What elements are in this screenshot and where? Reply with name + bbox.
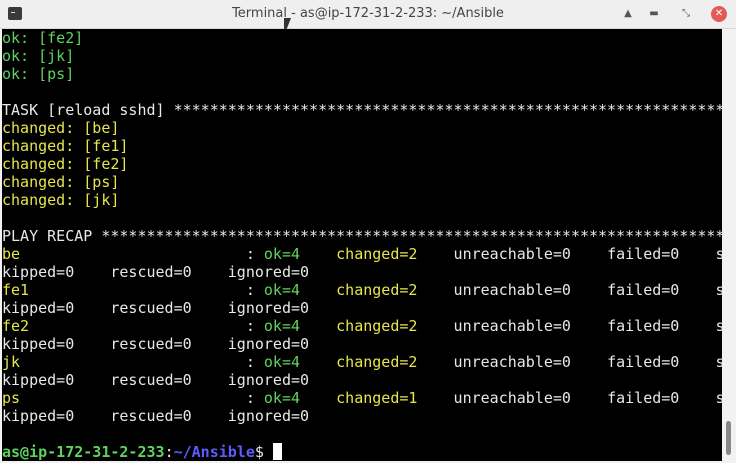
minimize-icon[interactable]: ▬: [646, 6, 662, 22]
output-line: kipped=0 rescued=0 ignored=0: [2, 335, 722, 353]
output-line: changed: [be]: [2, 119, 722, 137]
output-segment: changed=2: [336, 353, 418, 371]
output-segment: kipped=0 rescued=0 ignored=0: [2, 371, 310, 389]
output-segment: [300, 353, 336, 371]
output-segment: kipped=0 rescued=0 ignored=0: [2, 263, 310, 281]
output-line: PLAY RECAP *****************************…: [2, 227, 722, 245]
output-segment: TASK [reload sshd] *********************…: [2, 101, 722, 119]
output-segment: changed=2: [336, 281, 418, 299]
title-bar[interactable]: Terminal - as@ip-172-31-2-233: ~/Ansible…: [0, 0, 736, 29]
output-segment: ok: [fe2]: [2, 29, 84, 47]
prompt-path: ~/Ansible: [173, 443, 255, 461]
prompt-symbol: $: [254, 443, 273, 461]
output-segment: changed: [fe2]: [2, 155, 129, 173]
output-line: fe1 : ok=4 changed=2 unreachable=0 faile…: [2, 281, 722, 299]
output-segment: unreachable=0 failed=0 s: [417, 389, 722, 407]
output-segment: changed: [fe1]: [2, 137, 129, 155]
terminal-output[interactable]: ok: [fe2] ok: [jk] ok: [ps] TASK [reload ss…: [2, 29, 722, 461]
output-segment: [300, 245, 336, 263]
output-line: be : ok=4 changed=2 unreachable=0 failed…: [2, 245, 722, 263]
output-segment: jk: [2, 353, 21, 371]
output-segment: fe1: [2, 281, 30, 299]
output-segment: :: [29, 281, 264, 299]
output-segment: changed=2: [336, 245, 418, 263]
output-segment: kipped=0 rescued=0 ignored=0: [2, 299, 310, 317]
output-line: ps : ok=4 changed=1 unreachable=0 failed…: [2, 389, 722, 407]
output-segment: be: [2, 245, 21, 263]
output-line: ok: [fe2]: [2, 29, 722, 47]
scrollbar-thumb[interactable]: [726, 421, 731, 455]
output-segment: unreachable=0 failed=0 s: [417, 353, 722, 371]
output-segment: ok=4: [263, 281, 301, 299]
output-line: changed: [fe2]: [2, 155, 722, 173]
output-segment: unreachable=0 failed=0 s: [417, 281, 722, 299]
output-line: ok: [ps]: [2, 65, 722, 83]
shade-icon[interactable]: ▲: [620, 6, 636, 22]
output-lines: ok: [fe2] ok: [jk] ok: [ps] TASK [reload ss…: [2, 29, 722, 443]
output-segment: ps: [2, 389, 21, 407]
output-segment: ok: [jk]: [2, 47, 75, 65]
output-line: TASK [reload sshd] *********************…: [2, 101, 722, 119]
prompt-user-host: as@ip-172-31-2-233: [2, 443, 165, 461]
output-line: changed: [ps]: [2, 173, 722, 191]
output-line: jk : ok=4 changed=2 unreachable=0 failed…: [2, 353, 722, 371]
output-segment: changed: [be]: [2, 119, 120, 137]
output-segment: ok: [ps]: [2, 65, 75, 83]
output-segment: ok=4: [263, 389, 301, 407]
output-segment: [300, 281, 336, 299]
prompt-line[interactable]: as@ip-172-31-2-233:~/Ansible$: [2, 443, 722, 461]
output-segment: changed: [jk]: [2, 191, 120, 209]
output-line: changed: [fe1]: [2, 137, 722, 155]
output-segment: unreachable=0 failed=0 s: [417, 317, 722, 335]
output-line: kipped=0 rescued=0 ignored=0: [2, 371, 722, 389]
output-segment: unreachable=0 failed=0 s: [417, 245, 722, 263]
output-segment: changed=2: [336, 317, 418, 335]
output-line: kipped=0 rescued=0 ignored=0: [2, 299, 722, 317]
output-segment: fe2: [2, 317, 30, 335]
output-segment: :: [20, 353, 264, 371]
output-line: changed: [jk]: [2, 191, 722, 209]
output-segment: [300, 389, 336, 407]
output-segment: [300, 317, 336, 335]
output-segment: ok=4: [263, 317, 301, 335]
output-line: kipped=0 rescued=0 ignored=0: [2, 407, 722, 425]
output-segment: changed=1: [336, 389, 418, 407]
output-segment: :: [29, 317, 264, 335]
text-cursor: [272, 443, 282, 460]
output-line: kipped=0 rescued=0 ignored=0: [2, 263, 722, 281]
maximize-icon[interactable]: ⤡: [678, 6, 694, 22]
close-icon[interactable]: ✕: [711, 6, 727, 22]
output-segment: kipped=0 rescued=0 ignored=0: [2, 335, 310, 353]
output-segment: PLAY RECAP *****************************…: [2, 227, 722, 245]
output-line: fe2 : ok=4 changed=2 unreachable=0 faile…: [2, 317, 722, 335]
output-segment: ok=4: [263, 353, 301, 371]
output-segment: changed: [ps]: [2, 173, 120, 191]
output-segment: ok=4: [263, 245, 301, 263]
output-line: ok: [jk]: [2, 47, 722, 65]
output-segment: kipped=0 rescued=0 ignored=0: [2, 407, 310, 425]
output-segment: :: [20, 245, 264, 263]
prompt-separator: :: [164, 443, 174, 461]
output-segment: :: [20, 389, 264, 407]
scrollbar[interactable]: [722, 29, 736, 463]
